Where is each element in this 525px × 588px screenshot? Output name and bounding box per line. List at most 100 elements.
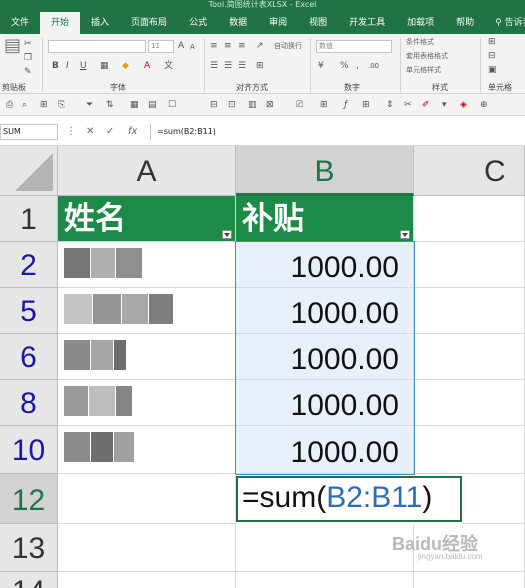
toolbar-icon[interactable]: ⊞ — [362, 99, 370, 111]
pen-icon[interactable]: ✐ — [422, 99, 430, 111]
column-header-b[interactable]: B — [236, 146, 414, 196]
row-header[interactable]: 5 — [0, 288, 58, 334]
cell-empty[interactable] — [58, 572, 236, 588]
row-header[interactable]: 1 — [0, 196, 58, 242]
tab-developer[interactable]: 开发工具 — [338, 12, 396, 34]
cell-empty[interactable] — [236, 572, 414, 588]
toolbar-icon[interactable]: ⇕ — [386, 99, 394, 111]
table-icon[interactable]: ▦ — [130, 99, 139, 111]
number-format-select[interactable]: 数值 — [316, 40, 392, 53]
align-bottom-icon[interactable]: ≡ — [238, 40, 246, 52]
tab-formulas[interactable]: 公式 — [178, 12, 218, 34]
toolbar-icon[interactable]: ⊞ — [40, 99, 48, 111]
name-cell-redacted[interactable] — [58, 426, 236, 474]
sort-icon[interactable]: ⇅ — [106, 99, 114, 111]
cell-a12[interactable] — [58, 474, 236, 524]
borders-icon[interactable]: ▦ — [100, 60, 109, 72]
toolbar-icon[interactable]: ⊡ — [228, 99, 236, 111]
tab-page-layout[interactable]: 页面布局 — [120, 12, 178, 34]
increase-decimal-icon[interactable]: .00 — [368, 60, 379, 72]
cell-empty[interactable] — [414, 426, 525, 474]
cell-empty[interactable] — [414, 288, 525, 334]
toolbar-icon[interactable]: ⊞ — [320, 99, 328, 111]
format-as-table-button[interactable]: 套用表格格式 — [406, 50, 448, 62]
subsidy-cell[interactable]: 1000.00 — [236, 288, 414, 334]
conditional-formatting-button[interactable]: 条件格式 — [406, 36, 434, 48]
bold-button[interactable]: B — [52, 60, 59, 72]
marker-icon[interactable]: ◈ — [460, 99, 467, 111]
row-header[interactable]: 10 — [0, 426, 58, 474]
cell-empty[interactable] — [414, 242, 525, 288]
cell-b1[interactable]: 补贴 — [236, 196, 414, 242]
paste-icon[interactable]: ▤ — [4, 37, 21, 55]
tab-addins[interactable]: 加载项 — [396, 12, 445, 34]
toolbar-icon[interactable]: ⎙ — [6, 99, 13, 111]
align-center-icon[interactable]: ☰ — [224, 60, 232, 72]
cell-empty[interactable] — [414, 380, 525, 426]
comma-style-icon[interactable]: , — [356, 60, 359, 72]
cut-icon[interactable]: ✂ — [24, 38, 32, 50]
align-top-icon[interactable]: ≡ — [210, 40, 218, 52]
accounting-format-icon[interactable]: ¥ — [318, 60, 324, 72]
row-header[interactable]: 14 — [0, 572, 58, 588]
select-all-button[interactable] — [0, 146, 58, 196]
tab-view[interactable]: 视图 — [298, 12, 338, 34]
align-middle-icon[interactable]: ≡ — [224, 40, 232, 52]
toolbar-icon[interactable]: ⊠ — [266, 99, 274, 111]
name-cell-redacted[interactable] — [58, 380, 236, 426]
cell-empty[interactable] — [414, 334, 525, 380]
name-cell-redacted[interactable] — [58, 288, 236, 334]
cell-empty[interactable] — [236, 524, 414, 572]
row-header[interactable]: 8 — [0, 380, 58, 426]
phonetic-icon[interactable]: 文 — [164, 60, 173, 72]
toolbar-icon[interactable]: ⊟ — [210, 99, 218, 111]
tell-me-search[interactable]: ⚲ 告诉我你想要做什么 — [495, 12, 525, 34]
formula-input[interactable]: =sum(B2:B11) — [150, 124, 525, 140]
filter-icon[interactable]: ⏷ — [86, 99, 93, 111]
subsidy-cell[interactable]: 1000.00 — [236, 242, 414, 288]
orientation-icon[interactable]: ↗ — [256, 40, 264, 52]
cell-c1[interactable] — [414, 196, 525, 242]
row-header[interactable]: 13 — [0, 524, 58, 572]
align-left-icon[interactable]: ☰ — [210, 60, 218, 72]
cell-c12[interactable] — [462, 474, 525, 524]
toolbar-icon[interactable]: ⎘ — [58, 99, 65, 111]
column-header-a[interactable]: A — [58, 146, 236, 196]
cell-a1[interactable]: 姓名 — [58, 196, 236, 242]
insert-cells-icon[interactable]: ⊞ — [488, 36, 496, 48]
insert-function-button[interactable]: fx — [128, 125, 137, 139]
tab-insert[interactable]: 插入 — [80, 12, 120, 34]
row-header-active[interactable]: 12 — [0, 474, 58, 524]
percent-style-icon[interactable]: % — [340, 60, 349, 72]
cancel-icon[interactable]: ✕ — [86, 125, 94, 139]
decrease-font-icon[interactable]: A — [190, 41, 195, 53]
toolbar-icon[interactable]: ✂ — [404, 99, 412, 111]
toolbar-icon[interactable]: ⎚ — [296, 99, 303, 111]
name-cell-redacted[interactable] — [58, 242, 236, 288]
tab-home[interactable]: 开始 — [40, 12, 81, 34]
delete-cells-icon[interactable]: ⊟ — [488, 50, 496, 62]
tab-data[interactable]: 数据 — [218, 12, 258, 34]
cell-empty[interactable] — [414, 572, 525, 588]
underline-button[interactable]: U — [80, 60, 87, 72]
table-icon[interactable]: ▤ — [148, 99, 157, 111]
enter-icon[interactable]: ✓ — [106, 125, 114, 139]
fill-color-icon[interactable]: ◆ — [122, 60, 129, 72]
format-cells-icon[interactable]: ▣ — [488, 64, 497, 76]
subsidy-cell[interactable]: 1000.00 — [236, 380, 414, 426]
font-size-select[interactable]: 11 — [148, 40, 174, 53]
toolbar-icon[interactable]: ▾ — [442, 99, 447, 111]
row-header[interactable]: 6 — [0, 334, 58, 380]
increase-font-icon[interactable]: A — [178, 40, 184, 52]
gridlines-checkbox-icon[interactable]: ☐ — [168, 99, 176, 111]
cell-styles-button[interactable]: 单元格样式 — [406, 64, 441, 76]
insert-function-icon[interactable]: ƒ — [344, 99, 347, 111]
subsidy-cell[interactable]: 1000.00 — [236, 426, 414, 474]
toolbar-icon[interactable]: ⊕ — [480, 99, 488, 111]
filter-active-icon[interactable] — [400, 230, 410, 239]
tab-help[interactable]: 帮助 — [445, 12, 485, 34]
toolbar-icon[interactable]: ⌕ — [22, 99, 27, 111]
italic-button[interactable]: I — [66, 60, 69, 72]
copy-icon[interactable]: ❐ — [24, 52, 32, 64]
font-color-icon[interactable]: A — [144, 60, 150, 72]
